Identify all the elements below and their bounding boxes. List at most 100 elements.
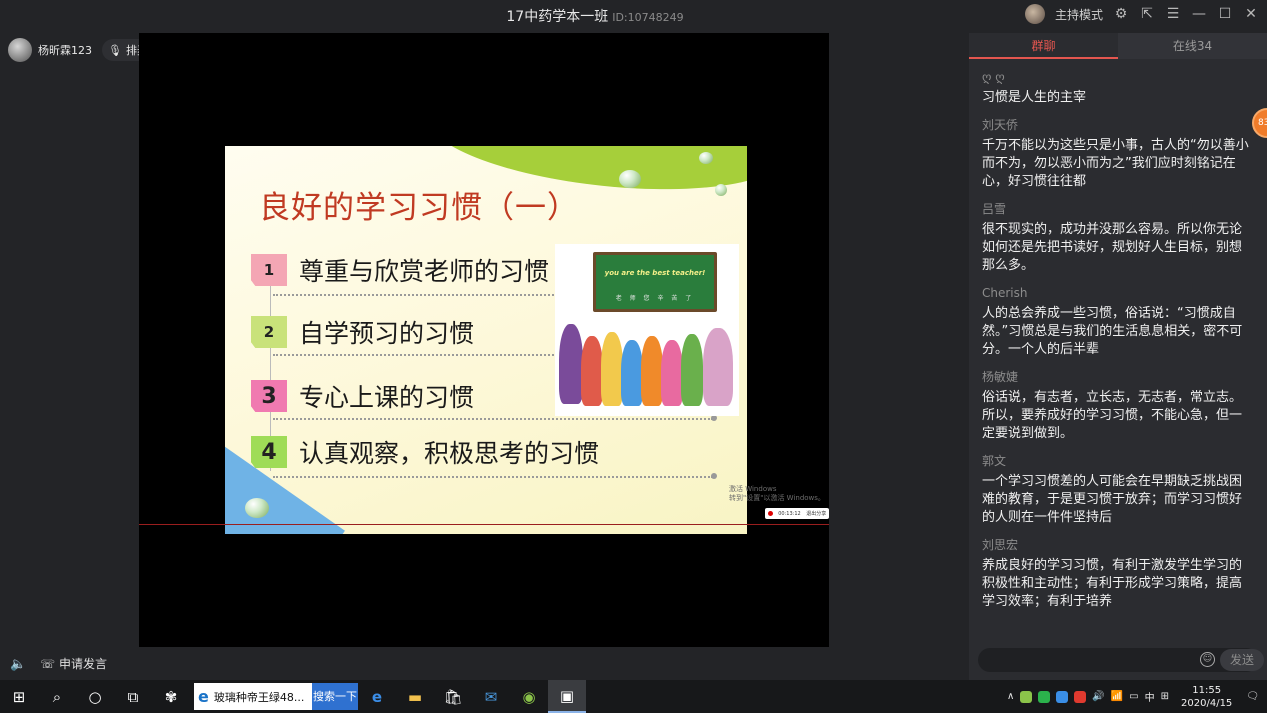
chevron-up-icon[interactable]: ∧ (1007, 691, 1014, 702)
tray-app-icon[interactable] (1020, 690, 1033, 703)
presentation-slide: 良好的学习习惯（一） 1 尊重与欣赏老师的习惯 2 自学预习的习惯 3 专心上课… (225, 146, 747, 534)
send-button[interactable]: 发送 (1220, 649, 1264, 671)
message-author: 刘天侨 (982, 118, 1019, 132)
pinwheel-app-icon[interactable]: ✾ (152, 680, 190, 713)
clock-date: 2020/4/15 (1181, 697, 1233, 709)
phone-icon: ☏ (40, 656, 56, 671)
menu-icon[interactable]: ☰ (1165, 6, 1181, 22)
decor-droplet (619, 170, 641, 188)
host-mode-label[interactable]: 主持模式 (1055, 6, 1103, 23)
decor-droplet (245, 498, 269, 518)
cortana-icon[interactable]: ○ (76, 680, 114, 713)
message-text: 俗话说，有志者，立长志，无志者，常立志。所以，要养成好的学习习惯，不能心急，但一… (982, 390, 1243, 441)
file-explorer-icon[interactable]: ▬ (396, 680, 434, 713)
message-text: 习惯是人生的主宰 (982, 90, 1087, 105)
message-list: ღ ღ 习惯是人生的主宰 刘天侨千万不能以为这些只是小事，古人的“勿以善小而不为，勿… (982, 69, 1250, 621)
share-icon[interactable]: ⇱ (1139, 6, 1155, 22)
battery-icon[interactable]: ▭ (1129, 691, 1138, 702)
child-figure (703, 328, 733, 406)
message-author: ღ ღ (982, 70, 1005, 84)
apply-speak-label: 申请发言 (59, 657, 108, 671)
child-figure (681, 334, 703, 406)
chat-input[interactable]: ☺ 发送 (978, 648, 1264, 672)
store-icon[interactable]: 🛍 (434, 680, 472, 713)
recording-bar[interactable]: 00:13:12 退出分享 (765, 508, 829, 519)
progress-line (139, 524, 829, 525)
settings-icon[interactable]: ⚙ (1113, 6, 1129, 22)
dotted-divider (273, 476, 713, 478)
speaker-icon[interactable]: 🔈 (10, 657, 26, 672)
stop-share-button[interactable]: 退出分享 (806, 510, 826, 517)
message-author: 刘思宏 (982, 538, 1019, 552)
chat-message: Cherish 人的总会养成一些习惯，俗话说：“习惯成自然。”习惯总是与我们的生活… (982, 285, 1250, 359)
video-stage: 良好的学习习惯（一） 1 尊重与欣赏老师的习惯 2 自学预习的习惯 3 专心上课… (139, 33, 829, 647)
title-bar: 17中药学本一班 ID:10748249 主持模式 ⚙ ⇱ ☰ — ☐ ✕ (0, 0, 1267, 32)
message-author: 杨敏婕 (982, 370, 1019, 384)
chat-message: 杨敏婕俗话说，有志者，立长志，无志者，常立志。所以，要养成好的学习习惯，不能心急… (982, 369, 1250, 443)
mail-icon[interactable]: ✉ (472, 680, 510, 713)
browser-tab[interactable]: e 玻璃种帝王绿48... (194, 683, 312, 710)
decor-droplet (715, 184, 727, 196)
message-author: Cherish (982, 286, 1028, 300)
child-figure (601, 332, 623, 406)
record-time: 00:13:12 (778, 510, 801, 517)
message-text: 千万不能以为这些只是小事，古人的“勿以善小而不为，勿以恶小而为之”我们应时刻铭记… (982, 138, 1249, 189)
list-item: 3 专心上课的习惯 (251, 378, 474, 414)
watermark-line: 转到"设置"以激活 Windows。 (729, 494, 825, 502)
search-button[interactable]: 搜索一下 (312, 683, 358, 710)
room-id: ID:10748249 (612, 11, 684, 24)
current-user[interactable]: 杨昕霖123 (8, 37, 92, 63)
window-title: 17中药学本一班 ID:10748249 (0, 6, 1190, 26)
child-figure (559, 324, 583, 404)
apply-speak-button[interactable]: ☏ 申请发言 (40, 655, 107, 672)
classroom-illustration: you are the best teacher! 老 师 您 辛 苦 了 (555, 244, 739, 416)
chat-message: 吕雪 很不现实的，成功并没那么容易。所以你无论如何还是先把书读好，规划好人生目标，… (982, 201, 1250, 275)
task-view-icon[interactable]: ⧉ (114, 680, 152, 713)
emoji-icon[interactable]: ☺ (1200, 652, 1215, 667)
class-name: 17中药学本一班 (506, 9, 609, 25)
message-text: 很不现实的，成功并没那么容易。所以你无论如何还是先把书读好，规划好人生目标，别想… (982, 222, 1243, 273)
tab-group-chat[interactable]: 群聊 (969, 33, 1118, 59)
list-item: 1 尊重与欣赏老师的习惯 (251, 252, 549, 288)
search-icon[interactable]: ⌕ (38, 680, 76, 713)
message-text: 人的总会养成一些习惯，俗话说：“习惯成自然。”习惯总是与我们的生活息息相关，密不… (982, 306, 1243, 357)
item-text: 自学预习的习惯 (299, 319, 475, 348)
chat-message: 刘思宏 养成良好的学习习惯，有利于激发学生学习的积极性和主动性；有利于形成学习策略… (982, 537, 1250, 611)
slide-title: 良好的学习习惯（一） (259, 190, 579, 226)
chat-panel: 群聊 在线34 ღ ღ 习惯是人生的主宰 刘天侨千万不能以为这些只是小事，古人的“勿… (969, 33, 1267, 680)
clock-time: 11:55 (1192, 684, 1222, 696)
bottom-controls: 🔈 ☏ 申请发言 (10, 655, 107, 672)
chat-tabs: 群聊 在线34 (969, 33, 1267, 59)
chalkboard: you are the best teacher! 老 师 您 辛 苦 了 (593, 252, 717, 312)
user-name: 杨昕霖123 (38, 44, 92, 57)
clock[interactable]: 11:55 2020/4/15 (1181, 684, 1232, 710)
classroom-app-icon[interactable]: ▣ (548, 680, 586, 713)
taskbar: ⊞ ⌕ ○ ⧉ ✾ e 玻璃种帝王绿48... 搜索一下 e ▬ 🛍 ✉ ◉ ▣… (0, 680, 1267, 713)
decor-droplet (699, 152, 713, 164)
avatar (8, 38, 32, 62)
child-figure (581, 336, 603, 406)
app-icon[interactable]: ◉ (510, 680, 548, 713)
system-tray: ∧ 🔊 📶 ▭ 中 ⊞ 11:55 2020/4/15 🗨 (1007, 680, 1267, 713)
wifi-icon[interactable]: 📶 (1111, 691, 1123, 702)
divider-end-dot (711, 473, 717, 479)
minimize-icon[interactable]: — (1191, 6, 1207, 22)
activation-watermark: 激活 Windows 转到"设置"以激活 Windows。 (729, 485, 825, 503)
qq-icon[interactable] (1074, 690, 1087, 703)
watermark-line: 激活 Windows (729, 485, 777, 493)
wechat-icon[interactable] (1038, 690, 1051, 703)
ime-indicator[interactable]: 中 (1145, 689, 1155, 704)
volume-icon[interactable]: 🔊 (1092, 691, 1104, 702)
chat-message: 刘天侨千万不能以为这些只是小事，古人的“勿以善小而不为，勿以恶小而为之”我们应时… (982, 117, 1250, 191)
host-avatar[interactable] (1024, 4, 1045, 24)
maximize-icon[interactable]: ☐ (1217, 6, 1233, 22)
tab-online[interactable]: 在线34 (1118, 33, 1267, 59)
tray-app-icon[interactable] (1056, 690, 1069, 703)
child-figure (641, 336, 663, 406)
notification-icon[interactable]: 🗨 (1246, 691, 1259, 702)
close-icon[interactable]: ✕ (1243, 6, 1259, 22)
number-badge: 3 (251, 380, 287, 412)
windows-start-icon[interactable]: ⊞ (0, 680, 38, 713)
ime-mode-icon[interactable]: ⊞ (1161, 691, 1169, 702)
edge-icon[interactable]: e (358, 680, 396, 713)
